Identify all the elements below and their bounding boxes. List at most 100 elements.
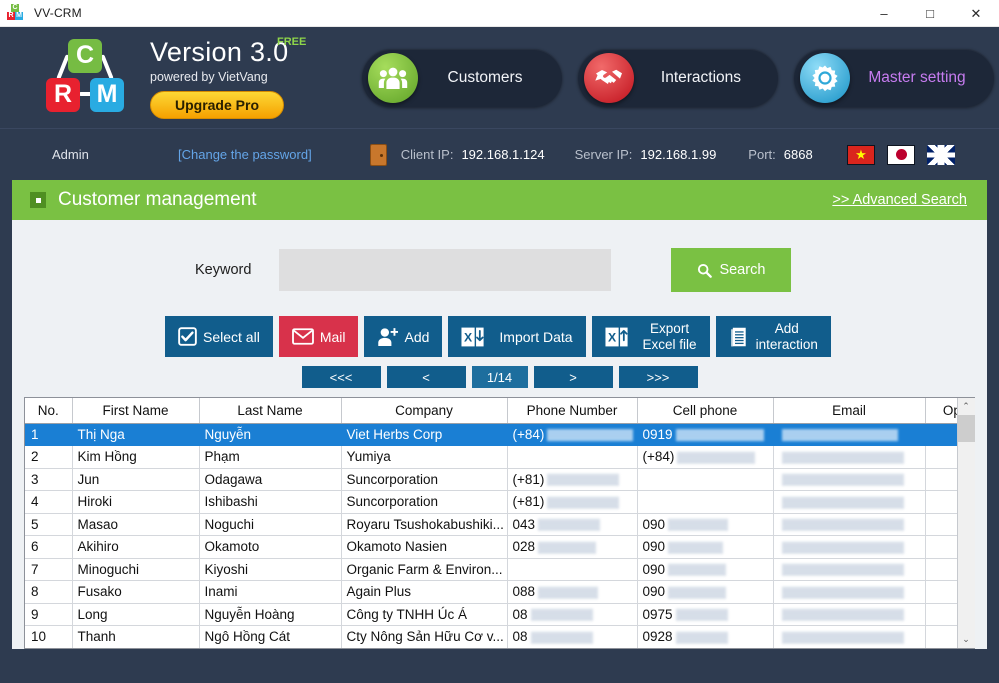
- cell-first-name: Hiroki: [72, 490, 200, 514]
- nav-customers-label: Customers: [447, 68, 523, 86]
- scroll-track[interactable]: [957, 415, 975, 631]
- minimize-button[interactable]: –: [861, 0, 907, 27]
- advanced-search-link[interactable]: >> Advanced Search: [832, 192, 967, 208]
- version-label: Version 3.0: [150, 36, 289, 67]
- cell-last-name: Ishibashi: [199, 490, 342, 514]
- search-icon: [698, 263, 713, 278]
- client-ip-value: 192.168.1.124: [461, 147, 545, 162]
- col-operation[interactable]: Operation: [925, 398, 957, 424]
- scroll-down-arrow-icon[interactable]: ⌄: [957, 631, 975, 648]
- scroll-up-arrow-icon[interactable]: ⌃: [957, 398, 975, 415]
- page-prev-button[interactable]: <: [386, 366, 466, 388]
- col-last-name[interactable]: Last Name: [199, 398, 342, 424]
- redacted-value: [781, 496, 904, 509]
- cell-last-name: Inami: [199, 580, 342, 604]
- table-row[interactable]: 2 Kim Hồng Phạm Yumiya (+84): [25, 445, 957, 469]
- admin-bar: Admin [Change the password] Client IP: 1…: [0, 128, 999, 180]
- nav-interactions-button[interactable]: Interactions: [578, 48, 778, 107]
- brand-header: C R M Version 3.0 FREE powered by VietVa…: [0, 27, 999, 128]
- cell-no: 9: [25, 603, 73, 626]
- nav-customers-button[interactable]: Customers: [362, 48, 562, 107]
- redacted-value: [668, 519, 729, 532]
- checkbox-icon: [178, 327, 197, 346]
- cell-company: Yumiya: [341, 445, 508, 469]
- redacted-value: [675, 631, 728, 644]
- table-row[interactable]: 4 Hiroki Ishibashi Suncorporation (+81): [25, 490, 957, 514]
- page-last-button[interactable]: >>>: [618, 366, 698, 388]
- cell-no: 10: [25, 625, 73, 648]
- export-excel-line1: Export: [650, 321, 690, 337]
- cell-phone-number: [507, 445, 638, 469]
- page-first-button[interactable]: <<<: [301, 366, 381, 388]
- cell-cell-phone: (+84): [637, 445, 774, 469]
- select-all-button[interactable]: Select all: [165, 316, 273, 357]
- col-no[interactable]: No.: [25, 398, 73, 424]
- maximize-button[interactable]: □: [907, 0, 953, 27]
- search-button[interactable]: Search: [671, 248, 792, 292]
- handshake-icon: [584, 52, 634, 103]
- action-toolbar: Select all Mail Add X Import Data X Expo…: [165, 316, 987, 357]
- uk-flag-icon[interactable]: [927, 144, 955, 165]
- cell-phone-number: 028: [507, 535, 638, 559]
- col-company[interactable]: Company: [341, 398, 508, 424]
- cell-first-name: Jun: [72, 468, 200, 491]
- cell-phone-number: 08: [507, 625, 638, 648]
- page-title: Customer management: [58, 189, 257, 210]
- redacted-value: [781, 451, 904, 464]
- upgrade-pro-button[interactable]: Upgrade Pro: [150, 90, 284, 119]
- col-email[interactable]: Email: [773, 398, 926, 424]
- redacted-value: [781, 564, 904, 577]
- cell-op-a: [925, 535, 957, 559]
- pagination: <<< < 1/14 > >>>: [12, 366, 987, 388]
- export-excel-label: Export Excel file: [643, 321, 697, 351]
- cell-no: 1: [25, 423, 73, 446]
- table-vertical-scrollbar[interactable]: ⌃ ⌄: [957, 398, 975, 648]
- svg-text:X: X: [608, 330, 617, 344]
- export-excel-button[interactable]: X Export Excel file: [591, 316, 710, 357]
- cell-no: 2: [25, 445, 73, 469]
- nav-master-setting-label: Master setting: [868, 68, 966, 86]
- cell-last-name: Nguyễn: [199, 423, 342, 446]
- keyword-label: Keyword: [195, 262, 252, 278]
- add-interaction-button[interactable]: Add interaction: [715, 316, 831, 357]
- col-phone-number[interactable]: Phone Number: [507, 398, 638, 424]
- table-row[interactable]: 3 Jun Odagawa Suncorporation (+81): [25, 468, 957, 491]
- table-row[interactable]: 8 Fusako Inami Again Plus 088 090: [25, 580, 957, 604]
- export-excel-line2: Excel file: [642, 336, 697, 352]
- table-row[interactable]: 6 Akihiro Okamoto Okamoto Nasien 028 090: [25, 535, 957, 559]
- table-row[interactable]: 1 Thị Nga Nguyễn Viet Herbs Corp (+84) 0919: [25, 423, 957, 446]
- scroll-thumb[interactable]: [957, 415, 975, 442]
- import-data-button[interactable]: X Import Data: [448, 316, 586, 357]
- port-value: 6868: [783, 147, 813, 162]
- cell-op-a: [925, 445, 957, 469]
- cell-email: [773, 625, 926, 648]
- table-header-row: No. First Name Last Name Company Phone N…: [25, 398, 957, 424]
- cell-last-name: Odagawa: [199, 468, 342, 491]
- redacted-value: [781, 541, 904, 554]
- cell-last-name: Noguchi: [199, 513, 342, 536]
- server-ip-label: Server IP:: [574, 147, 633, 162]
- vietnam-flag-icon[interactable]: ★: [847, 144, 875, 165]
- table-row[interactable]: 5 Masao Noguchi Royaru Tsushokabushiki... 04…: [25, 513, 957, 536]
- close-button[interactable]: ✕: [953, 0, 999, 27]
- japan-flag-icon[interactable]: [887, 144, 915, 165]
- cell-last-name: Ngô Hồng Cát: [199, 625, 342, 648]
- crm-logo: C R M: [42, 38, 128, 117]
- cell-cell-phone: [637, 468, 774, 491]
- table-row[interactable]: 10 Thanh Ngô Hồng Cát Cty Nông Sản Hữu Cơ v…: [25, 625, 957, 648]
- customer-table-scroll[interactable]: No. First Name Last Name Company Phone N…: [25, 398, 957, 648]
- add-button[interactable]: Add: [364, 316, 443, 357]
- import-data-label: Import Data: [499, 328, 573, 345]
- door-icon: [369, 143, 387, 166]
- nav-master-setting-button[interactable]: Master setting: [794, 48, 994, 107]
- redacted-value: [547, 474, 620, 487]
- search-input[interactable]: [279, 249, 612, 291]
- page-next-button[interactable]: >: [533, 366, 613, 388]
- mail-button[interactable]: Mail: [278, 316, 359, 357]
- change-password-link[interactable]: [Change the password]: [178, 147, 312, 162]
- cell-email: [773, 558, 926, 581]
- col-cell-phone[interactable]: Cell phone: [637, 398, 774, 424]
- table-row[interactable]: 7 Minoguchi Kiyoshi Organic Farm & Environ.…: [25, 558, 957, 581]
- col-first-name[interactable]: First Name: [72, 398, 200, 424]
- table-row[interactable]: 9 Long Nguyễn Hoàng Công ty TNHH Úc Á 08 0975: [25, 603, 957, 626]
